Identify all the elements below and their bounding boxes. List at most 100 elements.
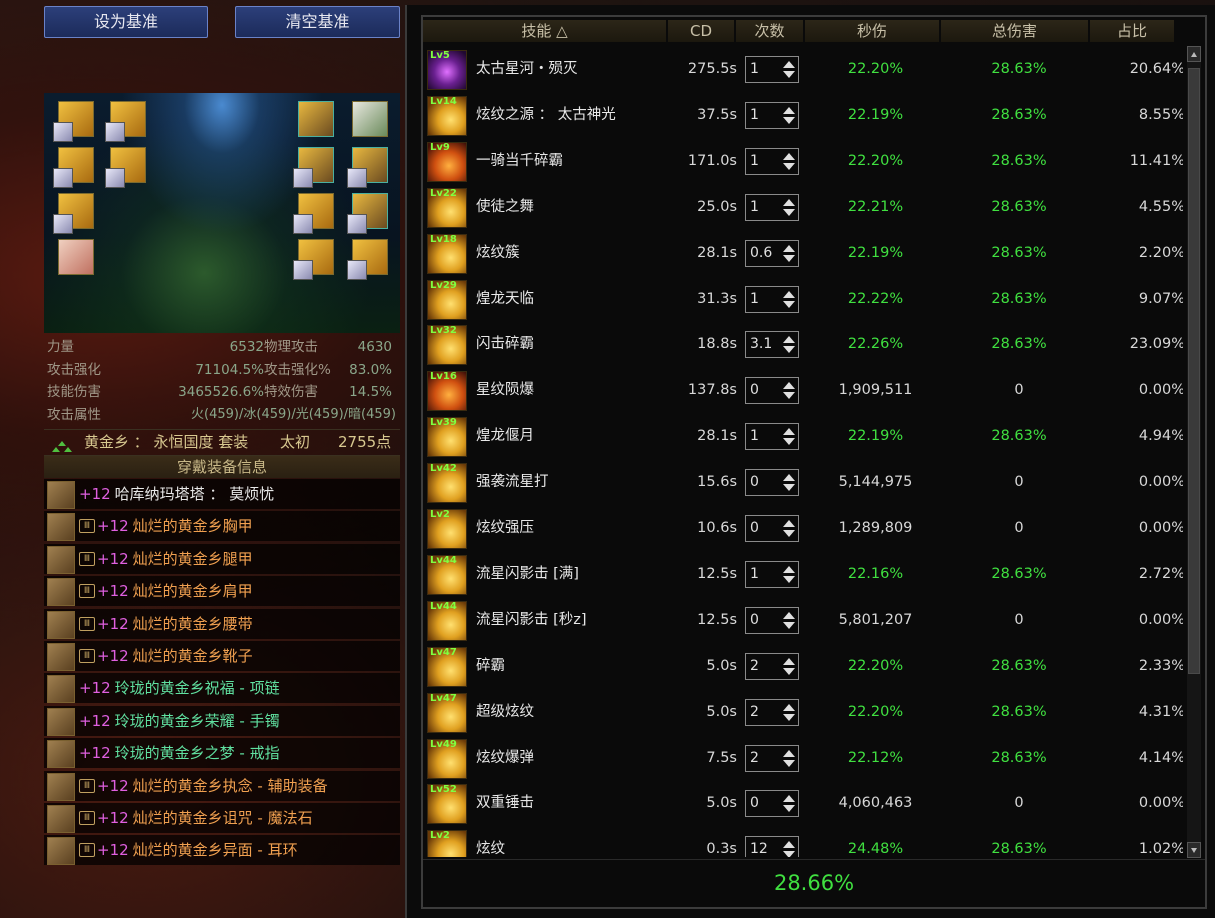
table-row[interactable]: Lv2 炫纹 0.3s 12 24.48% 28.63% 1.02%	[423, 826, 1183, 857]
count-stepper[interactable]: 2	[745, 698, 799, 726]
equipment-item[interactable]: Ⅲ +12 灿烂的黄金乡胸甲	[44, 511, 400, 542]
avatar-slot-hair[interactable]	[105, 101, 146, 142]
count-value[interactable]: 1	[750, 57, 759, 82]
count-stepper[interactable]: 1	[745, 560, 799, 588]
equipment-item[interactable]: Ⅲ +12 灿烂的黄金乡肩甲	[44, 576, 400, 607]
stepper-arrows-icon[interactable]	[783, 518, 795, 539]
count-stepper[interactable]: 0	[745, 515, 799, 542]
stepper-arrows-icon[interactable]	[783, 243, 795, 264]
count-value[interactable]: 0	[750, 470, 759, 495]
count-value[interactable]: 12	[750, 837, 768, 857]
stepper-arrows-icon[interactable]	[783, 702, 795, 723]
table-row[interactable]: Lv14 炫纹之源 ： 太古神光 37.5s 1 22.19% 28.63% 8.55%	[423, 92, 1183, 138]
count-stepper[interactable]: 0.6	[745, 239, 799, 267]
table-row[interactable]: Lv9 一骑当千碎霸 171.0s 1 22.20% 28.63% 11.41%	[423, 138, 1183, 184]
count-stepper[interactable]: 0	[745, 606, 799, 634]
count-stepper[interactable]: 0	[745, 790, 799, 818]
table-row[interactable]: Lv47 碎霸 5.0s 2 22.20% 28.63% 2.33%	[423, 643, 1183, 689]
count-stepper[interactable]: 12	[745, 836, 799, 857]
count-stepper[interactable]: 2	[745, 652, 799, 680]
column-header-count[interactable]: 次数	[736, 20, 804, 42]
artifact-slot-2[interactable]	[293, 193, 334, 234]
stepper-arrows-icon[interactable]	[783, 610, 795, 631]
count-value[interactable]: 0	[750, 608, 759, 633]
count-stepper[interactable]: 3.1	[745, 331, 799, 359]
column-header-cd[interactable]: CD	[668, 20, 735, 42]
table-row[interactable]: Lv49 炫纹爆弹 7.5s 2 22.12% 28.63% 4.14%	[423, 735, 1183, 781]
count-value[interactable]: 0.6	[750, 241, 772, 266]
artifact-slot-4[interactable]	[293, 239, 334, 280]
equipment-item[interactable]: +12 玲珑的黄金乡荣耀 - 手镯	[44, 705, 400, 736]
scroll-up-icon[interactable]	[1187, 46, 1201, 62]
count-value[interactable]: 2	[750, 654, 759, 679]
count-value[interactable]: 1	[750, 149, 759, 174]
equipment-item[interactable]: Ⅲ +12 灿烂的黄金乡靴子	[44, 640, 400, 671]
equipment-item[interactable]: +12 玲珑的黄金乡祝福 - 项链	[44, 673, 400, 704]
table-row[interactable]: Lv22 使徒之舞 25.0s 1 22.21% 28.63% 4.55%	[423, 184, 1183, 230]
table-row[interactable]: Lv18 炫纹簇 28.1s 0.6 22.19% 28.63% 2.20%	[423, 230, 1183, 276]
count-stepper[interactable]: 0	[745, 377, 799, 405]
count-value[interactable]: 1	[750, 424, 759, 449]
stepper-arrows-icon[interactable]	[783, 380, 795, 401]
count-stepper[interactable]: 1	[745, 147, 799, 175]
table-row[interactable]: Lv39 煌龙偃月 28.1s 1 22.19% 28.63% 4.94%	[423, 413, 1183, 459]
equipment-item[interactable]: +12 玲珑的黄金乡之梦 - 戒指	[44, 738, 400, 769]
count-value[interactable]: 1	[750, 562, 759, 587]
stepper-arrows-icon[interactable]	[783, 59, 795, 80]
equipment-item[interactable]: Ⅲ +12 灿烂的黄金乡腿甲	[44, 543, 400, 574]
avatar-slot-bottom[interactable]	[53, 193, 94, 234]
stepper-arrows-icon[interactable]	[783, 839, 795, 857]
column-header-dps[interactable]: 秒伤	[805, 20, 940, 42]
stepper-arrows-icon[interactable]	[783, 748, 795, 769]
scrollbar[interactable]	[1187, 46, 1201, 858]
pet-slot[interactable]	[352, 101, 388, 137]
clear-baseline-button[interactable]: 清空基准	[235, 6, 400, 38]
stepper-arrows-icon[interactable]	[783, 793, 795, 814]
count-value[interactable]: 2	[750, 746, 759, 771]
equipment-item[interactable]: +12 哈库纳玛塔塔 ： 莫烦忧	[44, 479, 400, 509]
count-value[interactable]: 1	[750, 195, 759, 220]
scroll-thumb[interactable]	[1188, 68, 1200, 674]
table-row[interactable]: Lv29 煌龙天临 31.3s 1 22.22% 28.63% 9.07%	[423, 276, 1183, 322]
count-value[interactable]: 3.1	[750, 332, 772, 357]
table-row[interactable]: Lv2 炫纹强压 10.6s 0 1,289,809 0 0.00%	[423, 505, 1183, 551]
stepper-arrows-icon[interactable]	[783, 472, 795, 493]
equipment-item[interactable]: Ⅲ +12 灿烂的黄金乡执念 - 辅助装备	[44, 770, 400, 801]
count-stepper[interactable]: 1	[745, 285, 799, 313]
stepper-arrows-icon[interactable]	[783, 334, 795, 355]
avatar-slot-hat[interactable]	[53, 101, 94, 142]
count-stepper[interactable]: 2	[745, 744, 799, 772]
count-value[interactable]: 0	[750, 791, 759, 816]
count-stepper[interactable]: 1	[745, 423, 799, 451]
avatar-slot-top[interactable]	[105, 147, 146, 188]
count-value[interactable]: 0	[750, 516, 759, 541]
count-value[interactable]: 2	[750, 700, 759, 725]
column-header-ratio[interactable]: 占比	[1090, 20, 1175, 42]
table-row[interactable]: Lv5 太古星河・殒灭 275.5s 1 22.20% 28.63% 20.64%	[423, 46, 1183, 92]
stepper-arrows-icon[interactable]	[783, 289, 795, 310]
equipment-item[interactable]: Ⅲ +12 灿烂的黄金乡异面 - 耳环	[44, 835, 400, 866]
column-header-skill[interactable]: 技能 △	[423, 20, 667, 42]
count-stepper[interactable]: 1	[745, 56, 799, 83]
count-value[interactable]: 1	[750, 287, 759, 312]
artifact-slot-5[interactable]	[347, 239, 388, 280]
count-stepper[interactable]: 0	[745, 469, 799, 497]
stepper-arrows-icon[interactable]	[783, 656, 795, 677]
stepper-arrows-icon[interactable]	[783, 151, 795, 172]
avatar-slot-face[interactable]	[53, 147, 94, 188]
table-row[interactable]: Lv52 双重锤击 5.0s 0 4,060,463 0 0.00%	[423, 780, 1183, 826]
table-row[interactable]: Lv32 闪击碎霸 18.8s 3.1 22.26% 28.63% 23.09%	[423, 321, 1183, 367]
scroll-down-icon[interactable]	[1187, 842, 1201, 858]
set-baseline-button[interactable]: 设为基准	[44, 6, 208, 38]
column-header-total[interactable]: 总伤害	[941, 20, 1089, 42]
table-row[interactable]: Lv44 流星闪影击 [满] 12.5s 1 22.16% 28.63% 2.72%	[423, 551, 1183, 597]
table-row[interactable]: Lv16 星纹陨爆 137.8s 0 1,909,511 0 0.00%	[423, 367, 1183, 413]
count-value[interactable]: 0	[750, 378, 759, 403]
table-row[interactable]: Lv44 流星闪影击 [秒z] 12.5s 0 5,801,207 0 0.00%	[423, 597, 1183, 643]
table-row[interactable]: Lv42 强袭流星打 15.6s 0 5,144,975 0 0.00%	[423, 459, 1183, 505]
equipment-item[interactable]: Ⅲ +12 灿烂的黄金乡腰带	[44, 608, 400, 639]
stepper-arrows-icon[interactable]	[783, 426, 795, 447]
stepper-arrows-icon[interactable]	[783, 564, 795, 585]
count-value[interactable]: 1	[750, 103, 759, 128]
equipment-item[interactable]: Ⅲ +12 灿烂的黄金乡诅咒 - 魔法石	[44, 802, 400, 833]
